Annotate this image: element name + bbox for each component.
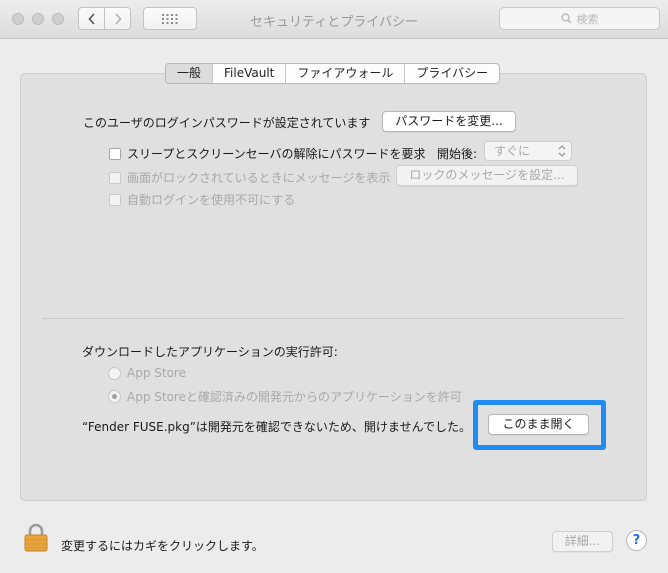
require-password-checkbox[interactable] — [109, 147, 121, 160]
updown-arrows-icon — [558, 145, 566, 157]
advanced-button[interactable]: 詳細... — [552, 531, 613, 552]
tab-filevault[interactable]: FileVault — [213, 64, 287, 83]
title-bar: セキュリティとプライバシー 検索 — [0, 0, 668, 39]
require-password-row: スリープとスクリーンセーバの解除にパスワードを要求 — [109, 145, 426, 162]
app-store-radio[interactable] — [108, 366, 121, 380]
require-password-delay-select[interactable]: すぐに — [484, 141, 572, 161]
lock-button[interactable] — [24, 523, 48, 555]
disable-autologin-checkbox[interactable] — [109, 193, 121, 206]
password-set-text: このユーザのログインパスワードが設定されています — [83, 116, 371, 130]
search-placeholder: 検索 — [576, 12, 599, 26]
search-icon — [560, 13, 571, 24]
blocked-app-message: “Fender FUSE.pkg”は開発元を確認できないため、開けませんでした。 — [82, 420, 471, 434]
require-password-label: スリープとスクリーンセーバの解除にパスワードを要求 — [127, 147, 426, 161]
lock-instruction-text: 変更するにはカギをクリックします。 — [61, 539, 264, 553]
set-lock-message-button[interactable]: ロックのメッセージを設定... — [396, 165, 578, 186]
app-store-label: App Store — [127, 366, 186, 380]
tab-privacy[interactable]: プライバシー — [405, 64, 499, 83]
tab-bar: 一般 FileVault ファイアウォール プライバシー — [165, 63, 501, 84]
section-divider — [42, 318, 625, 319]
tab-general[interactable]: 一般 — [166, 64, 214, 83]
after-label: 開始後: — [437, 147, 478, 161]
show-message-row: 画面がロックされているときにメッセージを表示 — [109, 169, 390, 186]
tab-firewall[interactable]: ファイアウォール — [286, 64, 406, 83]
app-store-dev-option[interactable]: App Storeと確認済みの開発元からのアプリケーションを許可 — [108, 388, 462, 405]
disable-autologin-label: 自動ログインを使用不可にする — [127, 193, 296, 207]
app-store-dev-radio[interactable] — [108, 390, 121, 403]
show-message-label: 画面がロックされているときにメッセージを表示 — [127, 171, 391, 185]
radio-selected-dot — [112, 394, 117, 399]
help-button[interactable]: ? — [626, 530, 647, 551]
show-message-checkbox[interactable] — [109, 171, 121, 184]
disable-autologin-row: 自動ログインを使用不可にする — [109, 191, 295, 208]
app-store-dev-label: App Storeと確認済みの開発元からのアプリケーションを許可 — [127, 390, 462, 404]
search-field[interactable]: 検索 — [499, 7, 660, 30]
open-anyway-button[interactable]: このまま開く — [488, 414, 589, 435]
lock-icon — [24, 523, 48, 552]
delay-select-value: すぐに — [494, 144, 531, 158]
downloads-heading: ダウンロードしたアプリケーションの実行許可: — [82, 345, 338, 359]
app-store-option[interactable]: App Store — [108, 366, 186, 380]
change-password-button[interactable]: パスワードを変更... — [382, 111, 516, 132]
